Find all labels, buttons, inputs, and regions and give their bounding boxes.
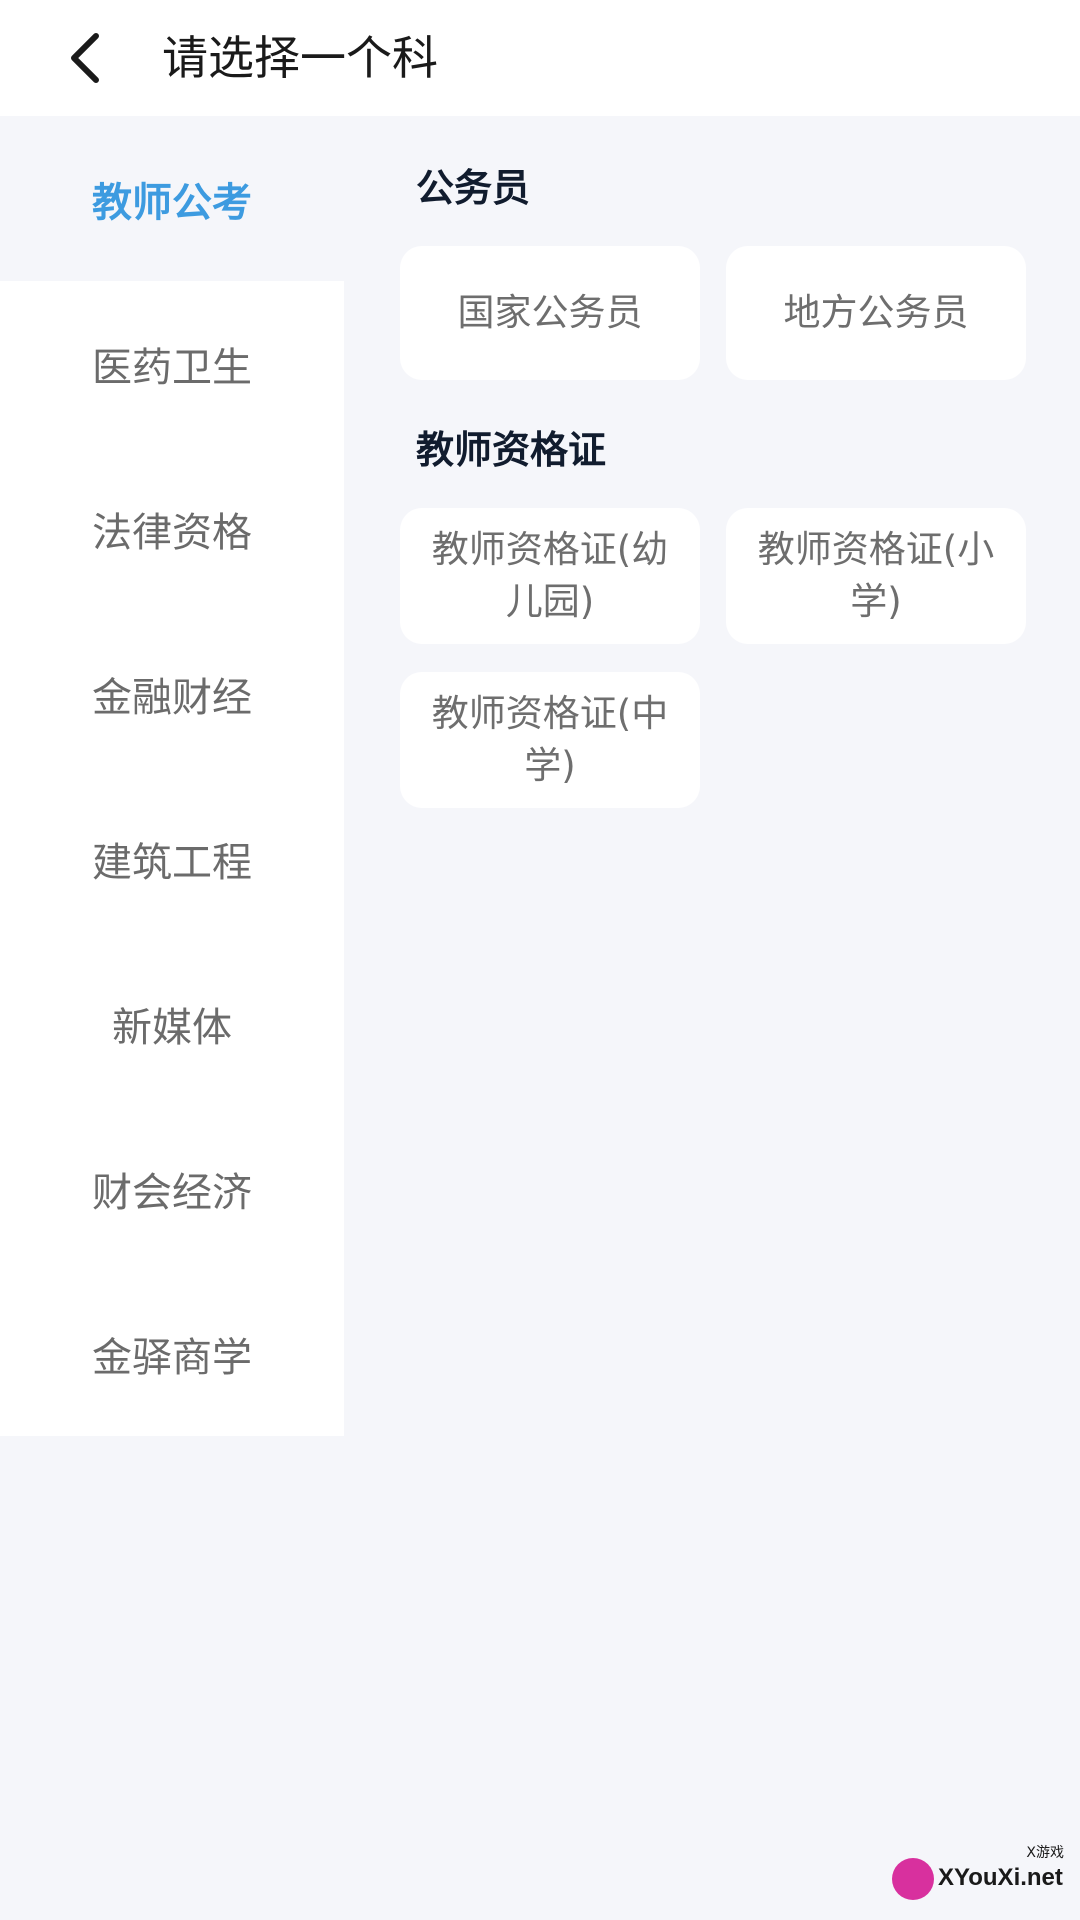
sidebar-item-accounting-economics[interactable]: 财会经济 [0,1106,344,1271]
sidebar-item-teacher-exam[interactable]: 教师公考 [0,116,344,281]
subject-card-teacher-cert-middle[interactable]: 教师资格证(中学) [400,672,700,808]
category-sidebar: 教师公考 医药卫生 法律资格 金融财经 建筑工程 新媒体 财会经济 金驿商学 [0,116,344,1436]
page-title: 请选择一个科 [162,31,438,85]
chevron-left-icon [71,33,99,83]
back-button[interactable] [50,22,122,94]
top-bar: 请选择一个科 [0,0,1080,116]
section-title-teacher-certificate: 教师资格证 [416,428,607,472]
sidebar-item-construction[interactable]: 建筑工程 [0,776,344,941]
sidebar-item-finance[interactable]: 金融财经 [0,611,344,776]
subject-card-teacher-cert-primary[interactable]: 教师资格证(小学) [726,508,1026,644]
subject-content: 公务员 国家公务员 地方公务员 教师资格证 教师资格证(幼儿园) 教师资格证(小… [344,116,1080,1920]
sidebar-item-medicine-health[interactable]: 医药卫生 [0,281,344,446]
watermark-small-text: X游戏 [1026,1845,1064,1861]
subject-card-national-civil-servant[interactable]: 国家公务员 [400,246,700,380]
subject-card-local-civil-servant[interactable]: 地方公务员 [726,246,1026,380]
section-title-civil-servant: 公务员 [416,166,531,210]
sidebar-item-new-media[interactable]: 新媒体 [0,941,344,1106]
gamepad-logo-icon [892,1858,934,1900]
watermark-text: XYouXi.net [938,1864,1063,1891]
subject-card-teacher-cert-kindergarten[interactable]: 教师资格证(幼儿园) [400,508,700,644]
sidebar-item-law-qualification[interactable]: 法律资格 [0,446,344,611]
site-watermark: X游戏 XYouXi.net [892,1842,1068,1906]
sidebar-item-jinyi-business[interactable]: 金驿商学 [0,1271,344,1436]
